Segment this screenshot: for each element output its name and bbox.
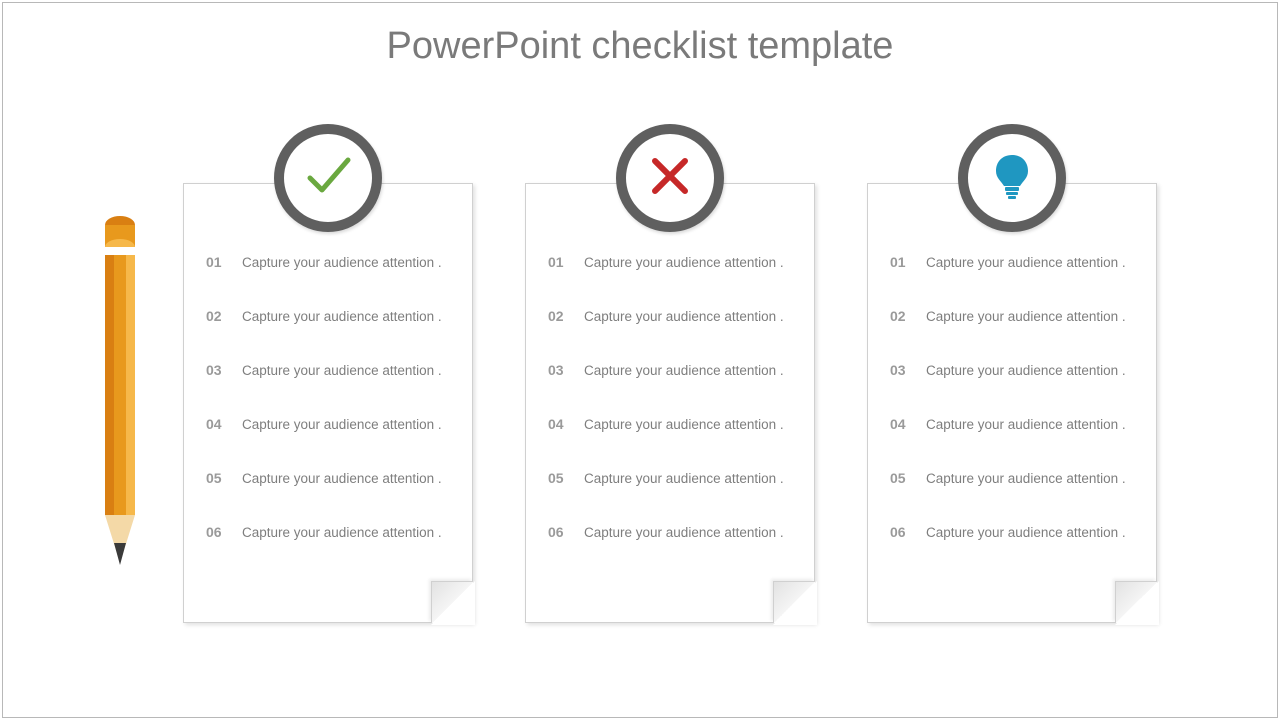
badge-bulb (958, 124, 1066, 232)
badge-check (274, 124, 382, 232)
item-num: 06 (548, 524, 572, 540)
list-item: 02 Capture your audience attention . (206, 308, 450, 324)
slide-title: PowerPoint checklist template (3, 3, 1277, 68)
list-item: 03 Capture your audience attention . (206, 362, 450, 378)
item-num: 06 (890, 524, 914, 540)
item-text: Capture your audience attention . (242, 417, 442, 432)
page-fold (773, 581, 815, 623)
list-item: 03 Capture your audience attention . (548, 362, 792, 378)
list-bulb: 01 Capture your audience attention . 02 Ca… (868, 184, 1156, 540)
item-text: Capture your audience attention . (926, 309, 1126, 324)
list-item: 01 Capture your audience attention . (206, 254, 450, 270)
item-text: Capture your audience attention . (242, 255, 442, 270)
card-cross: 01 Capture your audience attention . 02 Ca… (525, 183, 815, 623)
list-item: 05 Capture your audience attention . (890, 470, 1134, 486)
page-fold (431, 581, 473, 623)
item-num: 03 (890, 362, 914, 378)
list-item: 06 Capture your audience attention . (206, 524, 450, 540)
list-item: 04 Capture your audience attention . (548, 416, 792, 432)
item-text: Capture your audience attention . (584, 309, 784, 324)
item-text: Capture your audience attention . (242, 525, 442, 540)
badge-cross (616, 124, 724, 232)
bulb-icon (992, 151, 1032, 206)
item-text: Capture your audience attention . (584, 417, 784, 432)
item-text: Capture your audience attention . (926, 417, 1126, 432)
item-text: Capture your audience attention . (584, 471, 784, 486)
check-icon (302, 150, 354, 207)
card-check: 01 Capture your audience attention . 02 Ca… (183, 183, 473, 623)
item-num: 02 (890, 308, 914, 324)
card-bulb: 01 Capture your audience attention . 02 Ca… (867, 183, 1157, 623)
item-num: 03 (206, 362, 230, 378)
list-item: 06 Capture your audience attention . (548, 524, 792, 540)
list-cross: 01 Capture your audience attention . 02 Ca… (526, 184, 814, 540)
item-text: Capture your audience attention . (242, 309, 442, 324)
list-item: 01 Capture your audience attention . (890, 254, 1134, 270)
item-num: 04 (548, 416, 572, 432)
item-text: Capture your audience attention . (584, 525, 784, 540)
item-text: Capture your audience attention . (584, 255, 784, 270)
item-text: Capture your audience attention . (584, 363, 784, 378)
list-item: 05 Capture your audience attention . (548, 470, 792, 486)
item-num: 05 (548, 470, 572, 486)
item-num: 02 (206, 308, 230, 324)
cross-icon (647, 153, 693, 204)
item-num: 06 (206, 524, 230, 540)
pencil-graphic (103, 213, 137, 593)
item-num: 01 (890, 254, 914, 270)
item-num: 02 (548, 308, 572, 324)
item-num: 05 (890, 470, 914, 486)
item-text: Capture your audience attention . (926, 363, 1126, 378)
slide-frame: PowerPoint checklist template (2, 2, 1278, 718)
list-item: 03 Capture your audience attention . (890, 362, 1134, 378)
list-item: 02 Capture your audience attention . (548, 308, 792, 324)
item-text: Capture your audience attention . (242, 363, 442, 378)
item-text: Capture your audience attention . (926, 471, 1126, 486)
item-num: 05 (206, 470, 230, 486)
list-item: 02 Capture your audience attention . (890, 308, 1134, 324)
list-item: 05 Capture your audience attention . (206, 470, 450, 486)
item-num: 01 (206, 254, 230, 270)
page-fold (1115, 581, 1157, 623)
list-item: 06 Capture your audience attention . (890, 524, 1134, 540)
list-item: 04 Capture your audience attention . (206, 416, 450, 432)
cards-row: 01 Capture your audience attention . 02 Ca… (183, 183, 1157, 623)
item-num: 01 (548, 254, 572, 270)
item-text: Capture your audience attention . (242, 471, 442, 486)
item-num: 03 (548, 362, 572, 378)
list-item: 04 Capture your audience attention . (890, 416, 1134, 432)
item-text: Capture your audience attention . (926, 255, 1126, 270)
item-num: 04 (890, 416, 914, 432)
item-text: Capture your audience attention . (926, 525, 1126, 540)
item-num: 04 (206, 416, 230, 432)
list-check: 01 Capture your audience attention . 02 Ca… (184, 184, 472, 540)
list-item: 01 Capture your audience attention . (548, 254, 792, 270)
